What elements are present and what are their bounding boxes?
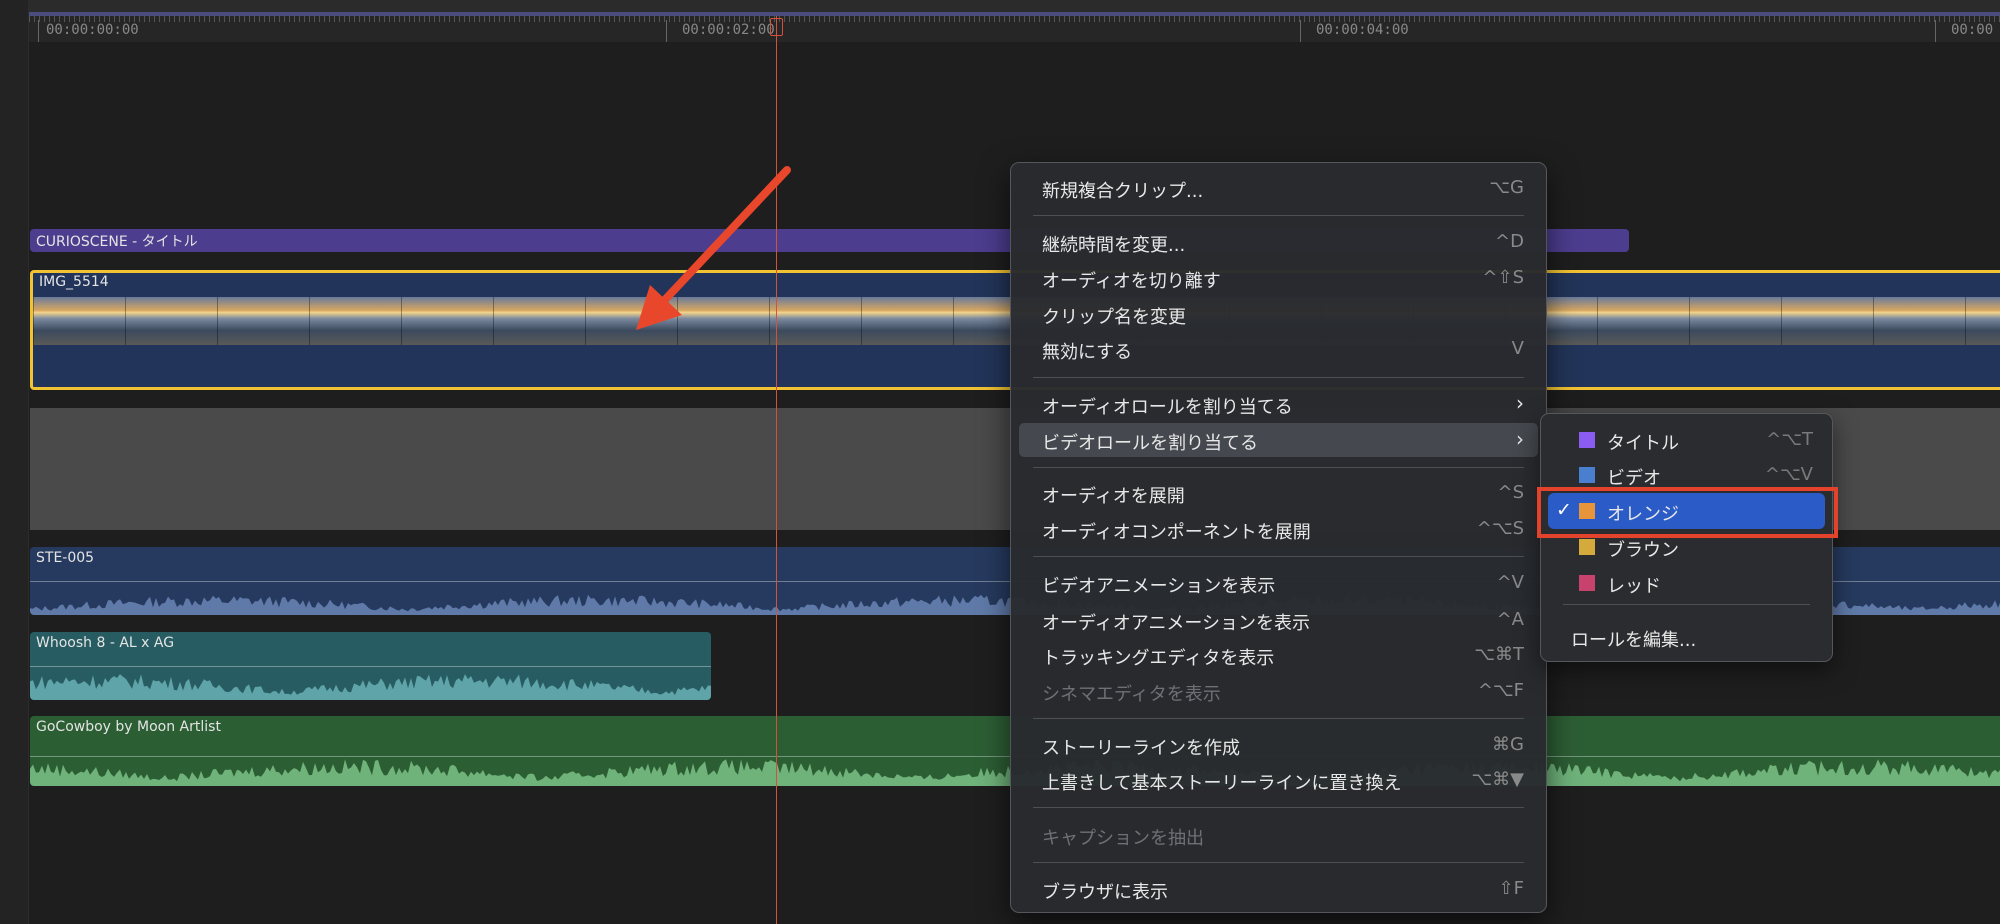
menu-item-label: 継続時間を変更...: [1042, 235, 1186, 256]
menu-item[interactable]: オーディオアニメーションを表示 ^A: [1019, 603, 1538, 637]
edit-roles-item[interactable]: ロールを編集...: [1548, 619, 1825, 655]
menu-separator: [1033, 718, 1524, 719]
role-label: レッド: [1607, 576, 1661, 597]
menu-item[interactable]: ビデオアニメーションを表示 ^V: [1019, 566, 1538, 600]
menu-item[interactable]: トラッキングエディタを表示 ⌥⌘T: [1019, 638, 1538, 672]
role-label: ブラウン: [1607, 540, 1679, 561]
shortcut-label: ^A: [1496, 609, 1524, 630]
menu-item-label: ストーリーラインを作成: [1042, 738, 1240, 759]
menu-item-label: オーディオを切り離す: [1042, 271, 1221, 292]
menu-item-label: クリップ名を変更: [1042, 307, 1186, 328]
menu-separator: [1033, 467, 1524, 468]
chevron-right-icon: ›: [1516, 391, 1524, 415]
menu-item-label: ビデオロールを割り当てる: [1042, 433, 1258, 454]
menu-separator: [1033, 807, 1524, 808]
role-color-swatch: [1579, 467, 1595, 483]
shortcut-label: ⌥⌘▼: [1471, 769, 1524, 790]
menu-separator: [1033, 556, 1524, 557]
shortcut-label: ^S: [1497, 482, 1524, 503]
menu-item[interactable]: クリップ名を変更: [1019, 297, 1538, 331]
menu-item-label: 新規複合クリップ...: [1042, 181, 1204, 202]
menu-item[interactable]: 無効にする V: [1019, 332, 1538, 366]
menu-item[interactable]: ブラウザに表示 ⇧F: [1019, 872, 1538, 906]
menu-item[interactable]: オーディオコンポーネントを展開 ^⌥S: [1019, 512, 1538, 546]
shortcut-label: ⇧F: [1498, 878, 1524, 899]
role-color-swatch: [1579, 539, 1595, 555]
menu-item[interactable]: オーディオロールを割り当てる ›: [1019, 387, 1538, 421]
role-label: タイトル: [1607, 433, 1679, 454]
menu-separator: [1563, 604, 1810, 605]
context-menu: 新規複合クリップ... ⌥G 継続時間を変更... ^D オーディオを切り離す ^⇧S クリ…: [1010, 162, 1547, 913]
menu-item[interactable]: オーディオを展開 ^S: [1019, 476, 1538, 510]
menu-item-label: トラッキングエディタを表示: [1042, 648, 1275, 669]
shortcut-label: ^D: [1495, 231, 1524, 252]
menu-separator: [1033, 377, 1524, 378]
menu-item[interactable]: 新規複合クリップ... ⌥G: [1019, 171, 1538, 205]
menu-item-label: ビデオアニメーションを表示: [1042, 576, 1276, 597]
menu-item: キャプションを抽出: [1019, 818, 1538, 852]
shortcut-label: ⌘G: [1492, 734, 1524, 755]
role-item[interactable]: タイトル ^⌥T: [1548, 422, 1825, 458]
shortcut-label: ^⌥F: [1477, 680, 1524, 701]
menu-item-label: オーディオを展開: [1042, 486, 1185, 507]
menu-item-label: ブラウザに表示: [1042, 882, 1168, 903]
role-color-swatch: [1579, 432, 1595, 448]
shortcut-label: ⌥G: [1489, 177, 1524, 198]
role-item[interactable]: レッド: [1548, 565, 1825, 601]
menu-item-label: オーディオコンポーネントを展開: [1042, 522, 1311, 543]
shortcut-label: ^⌥S: [1476, 518, 1524, 539]
menu-separator: [1033, 862, 1524, 863]
shortcut-label: V: [1511, 338, 1524, 359]
shortcut-label: ^⌥T: [1766, 429, 1813, 450]
shortcut-label: ^⌥V: [1764, 464, 1813, 485]
role-color-swatch: [1579, 575, 1595, 591]
menu-item[interactable]: 上書きして基本ストーリーラインに置き換え ⌥⌘▼: [1019, 763, 1538, 797]
shortcut-label: ⌥⌘T: [1474, 644, 1524, 665]
menu-separator: [1033, 215, 1524, 216]
highlight-annotation-box: [1537, 487, 1838, 538]
menu-item-label: 無効にする: [1042, 342, 1133, 363]
menu-item: シネマエディタを表示 ^⌥F: [1019, 674, 1538, 708]
menu-item[interactable]: ストーリーラインを作成 ⌘G: [1019, 728, 1538, 762]
edit-roles-label: ロールを編集...: [1571, 630, 1697, 651]
menu-item-label: シネマエディタを表示: [1042, 684, 1221, 705]
menu-item-label: 上書きして基本ストーリーラインに置き換え: [1042, 773, 1402, 794]
shortcut-label: ^V: [1496, 572, 1524, 593]
menu-item-label: オーディオロールを割り当てる: [1042, 397, 1293, 418]
menu-item[interactable]: ビデオロールを割り当てる ›: [1019, 423, 1538, 457]
menu-item-label: キャプションを抽出: [1042, 828, 1204, 849]
menu-item[interactable]: 継続時間を変更... ^D: [1019, 225, 1538, 259]
chevron-right-icon: ›: [1516, 427, 1524, 451]
shortcut-label: ^⇧S: [1482, 267, 1524, 288]
menu-item[interactable]: オーディオを切り離す ^⇧S: [1019, 261, 1538, 295]
menu-item-label: オーディオアニメーションを表示: [1042, 613, 1311, 634]
